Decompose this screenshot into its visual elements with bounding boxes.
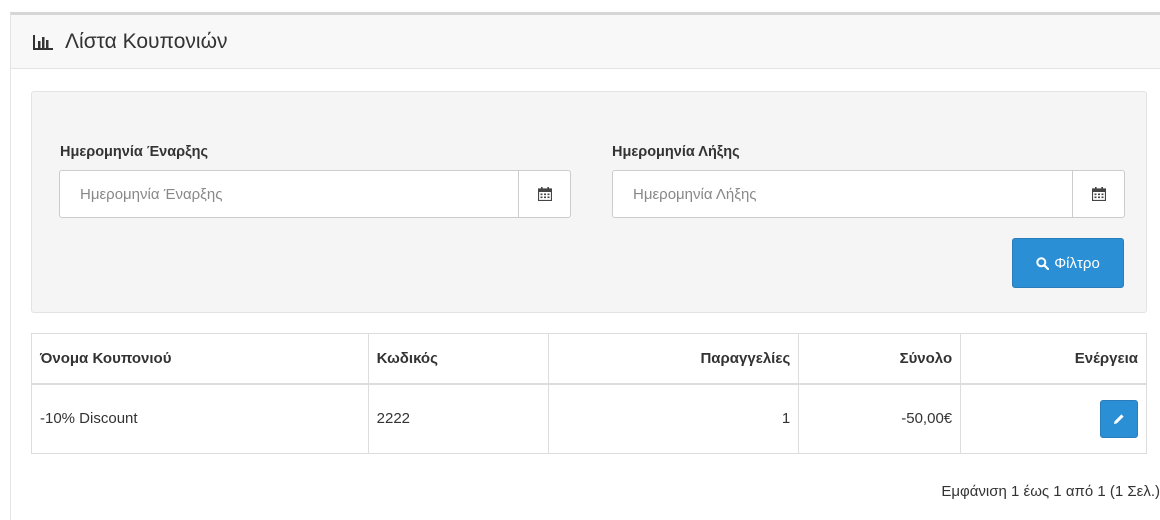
coupon-code-cell: 2222 (367, 383, 550, 454)
coupon-name-cell: -10% Discount (31, 383, 369, 454)
calendar-icon (1091, 187, 1106, 201)
column-header-total[interactable]: Σύνολο (798, 333, 962, 385)
end-date-label: Ημερομηνία Λήξης (612, 144, 740, 160)
filter-button-label: Φίλτρο (1054, 254, 1100, 272)
orders-count-cell: 1 (548, 383, 800, 454)
coupon-table: Όνομα Κουπονιού Κωδικός Παραγγελίες Σύνο… (31, 333, 1147, 454)
table-header-row: Όνομα Κουπονιού Κωδικός Παραγγελίες Σύνο… (31, 333, 1147, 385)
filter-button[interactable]: Φίλτρο (1012, 238, 1124, 288)
calendar-icon (537, 187, 552, 201)
start-date-calendar-button[interactable] (518, 171, 570, 217)
column-header-orders[interactable]: Παραγγελίες (548, 333, 800, 385)
panel-heading: Λίστα Κουπονιών (11, 15, 1160, 69)
table-row: -10% Discount 2222 1 -50,00€ (31, 383, 1147, 454)
end-date-group (612, 170, 1125, 218)
total-cell: -50,00€ (798, 383, 962, 454)
search-icon (1036, 256, 1050, 270)
action-cell (960, 383, 1147, 454)
end-date-input[interactable] (613, 171, 1072, 217)
filter-form: Ημερομηνία Έναρξης Ημερομηνία Λήξης (31, 91, 1147, 313)
page-title: Λίστα Κουπονιών (65, 29, 228, 53)
coupon-list-panel: Λίστα Κουπονιών Ημερομηνία Έναρξης Ημερο… (10, 12, 1160, 520)
edit-button[interactable] (1100, 399, 1138, 438)
column-header-action: Ενέργεια (960, 333, 1147, 385)
start-date-input[interactable] (60, 171, 518, 217)
column-header-code[interactable]: Κωδικός (367, 333, 550, 385)
pagination-info: Εμφάνιση 1 έως 1 από 1 (1 Σελ.) (941, 483, 1160, 500)
column-header-coupon-name[interactable]: Όνομα Κουπονιού (31, 333, 369, 385)
pencil-icon (1114, 414, 1124, 424)
start-date-group (59, 170, 571, 218)
start-date-label: Ημερομηνία Έναρξης (60, 144, 208, 160)
bar-chart-icon (33, 34, 53, 50)
end-date-calendar-button[interactable] (1072, 171, 1124, 217)
